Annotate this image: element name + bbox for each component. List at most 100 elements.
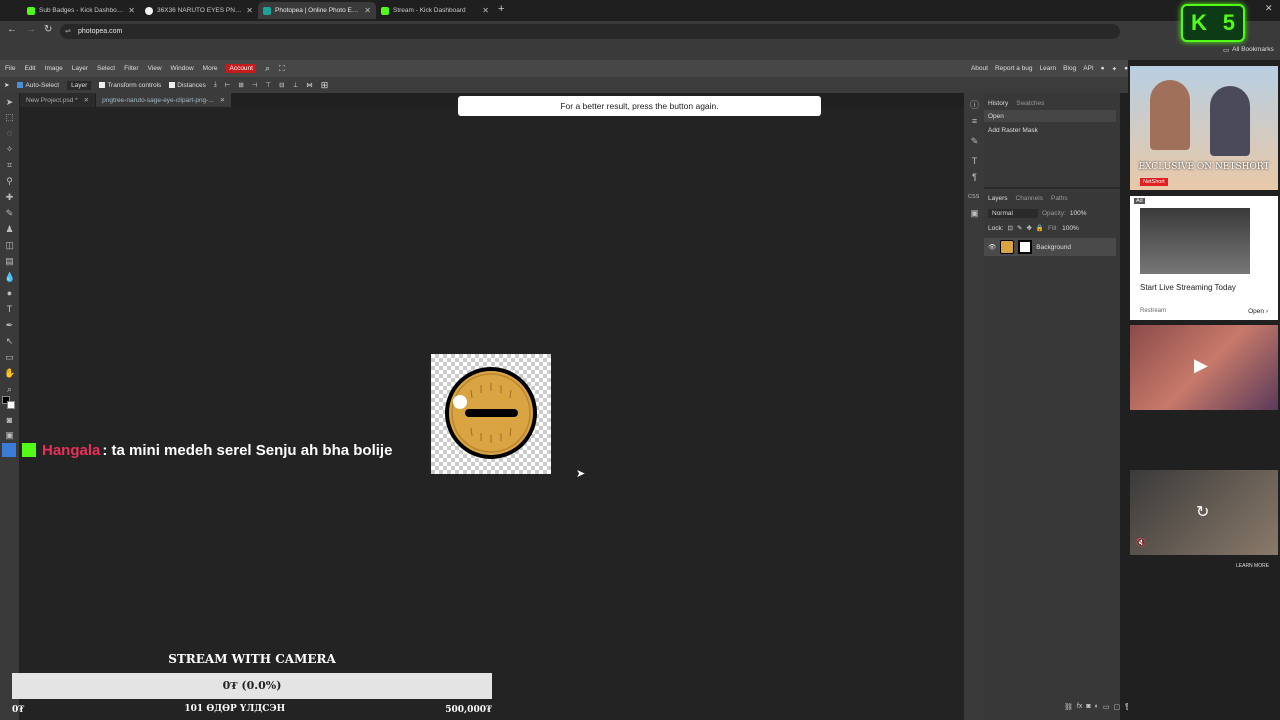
align-center-icon[interactable]: ⊞ (238, 81, 243, 89)
close-icon[interactable]: ✕ (482, 6, 489, 15)
blur-tool-icon[interactable]: 💧 (4, 272, 15, 283)
menu-more[interactable]: More (203, 65, 218, 72)
quick-mask-icon[interactable]: ◙ (4, 415, 15, 426)
gradient-tool-icon[interactable]: ▤ (4, 256, 15, 267)
twitter-icon[interactable]: ✦ (1112, 65, 1117, 73)
hand-tool-icon[interactable]: ✋ (4, 368, 15, 379)
distribute-icon[interactable]: ⋈ (306, 81, 313, 89)
learn-link[interactable]: Learn (1040, 65, 1057, 72)
pen-tool-icon[interactable]: ✒ (4, 320, 15, 331)
folder-icon[interactable]: ▭ (1103, 703, 1110, 711)
background-color-swatch[interactable] (7, 401, 15, 409)
site-info-icon[interactable]: ⇌ (65, 24, 71, 39)
brush-tool-icon[interactable]: ✎ (4, 208, 15, 219)
eraser-tool-icon[interactable]: ◫ (4, 240, 15, 251)
brush-settings-icon[interactable]: ✎ (969, 136, 980, 147)
tab-paths[interactable]: Paths (1051, 195, 1068, 202)
mute-icon[interactable]: 🔇 (1136, 538, 1146, 547)
opacity-field[interactable]: 100% (1070, 210, 1087, 217)
api-link[interactable]: API (1083, 65, 1093, 72)
move-tool-icon[interactable]: ➤ (4, 97, 15, 108)
new-layer-icon[interactable]: ▢ (1113, 703, 1120, 711)
image-panel-icon[interactable]: ▣ (969, 208, 980, 219)
layer-select-dropdown[interactable]: Layer (67, 80, 92, 90)
url-field[interactable]: ⇌ photopea.com (60, 24, 1120, 39)
healing-tool-icon[interactable]: ✚ (4, 192, 15, 203)
paragraph-icon[interactable]: ¶ (969, 172, 980, 183)
lock-transparency-icon[interactable]: ⊡ (1008, 224, 1013, 232)
link-icon[interactable]: ⛓ (1064, 703, 1073, 711)
lasso-tool-icon[interactable]: ◌ (4, 128, 15, 139)
replay-icon[interactable]: ↻ (1196, 502, 1209, 522)
menu-window[interactable]: Window (171, 65, 194, 72)
shape-tool-icon[interactable]: ▭ (4, 352, 15, 363)
adjustments-icon[interactable]: ≡ (969, 116, 980, 127)
align-right-icon[interactable]: ⊣ (252, 81, 258, 89)
menu-file[interactable]: File (5, 65, 15, 72)
history-item-raster-mask[interactable]: Add Raster Mask (988, 127, 1038, 134)
transform-controls-checkbox[interactable]: Transform controls (99, 82, 161, 89)
browser-tab-sub-badges[interactable]: Sub Badges - Kick Dashboard ✕ (22, 2, 140, 19)
menu-filter[interactable]: Filter (124, 65, 138, 72)
doc-tab-naruto-eye[interactable]: pngtree-naruto-sage-eye-clipart-png-... … (96, 93, 232, 107)
adjustment-layer-icon[interactable]: ◐ (1095, 703, 1099, 711)
tab-channels[interactable]: Channels (1016, 195, 1043, 202)
crop-tool-icon[interactable]: ⌗ (4, 160, 15, 171)
zoom-tool-icon[interactable]: ⌕ (4, 384, 15, 395)
download-icon[interactable]: ⤓ (214, 81, 217, 89)
tab-history[interactable]: History (988, 100, 1008, 107)
clone-stamp-tool-icon[interactable]: ♟ (4, 224, 15, 235)
path-select-tool-icon[interactable]: ↖ (4, 336, 15, 347)
window-close-icon[interactable]: ✕ (1265, 3, 1273, 14)
forward-icon[interactable]: → (26, 24, 36, 35)
close-icon[interactable]: ✕ (128, 6, 135, 15)
menu-view[interactable]: View (148, 65, 162, 72)
align-bottom-icon[interactable]: ⊥ (293, 81, 299, 89)
browser-tab-photopea[interactable]: Photopea | Online Photo Editor ✕ (258, 2, 376, 19)
browser-tab-stream[interactable]: Stream - Kick Dashboard ✕ (376, 2, 494, 19)
align-left-icon[interactable]: ⊢ (225, 81, 231, 89)
lock-pixels-icon[interactable]: ✎ (1017, 224, 1022, 232)
report-bug-link[interactable]: Report a bug (995, 65, 1033, 72)
css-panel-button[interactable]: CSS (968, 194, 979, 200)
distances-checkbox[interactable]: Distances (169, 82, 206, 89)
dodge-tool-icon[interactable]: ● (4, 288, 15, 299)
menu-layer[interactable]: Layer (72, 65, 88, 72)
visibility-eye-icon[interactable]: 👁 (988, 243, 996, 251)
mask-icon[interactable]: ◙ (1086, 703, 1090, 711)
marquee-tool-icon[interactable]: ⬚ (4, 112, 15, 123)
auto-select-checkbox[interactable]: Auto-Select (17, 82, 59, 89)
concert-ad-image[interactable]: ▶ (1130, 325, 1278, 410)
arrange-grid-icon[interactable]: ⊞ (321, 80, 329, 91)
menu-select[interactable]: Select (97, 65, 115, 72)
lock-position-icon[interactable]: ✥ (1026, 224, 1031, 232)
all-bookmarks-button[interactable]: ▭ All Bookmarks (1223, 46, 1274, 54)
tab-layers[interactable]: Layers (988, 195, 1008, 202)
character-icon[interactable]: T (969, 156, 980, 167)
ad-open-button[interactable]: Open › (1248, 308, 1268, 315)
play-icon[interactable]: ▶ (1194, 355, 1208, 376)
browser-tab-naruto-eyes[interactable]: 36X36 NARUTO EYES PNG - Go ✕ (140, 2, 258, 19)
document-canvas[interactable] (431, 354, 551, 474)
restream-ad[interactable]: Ad Start Live Streaming Today Restream O… (1130, 196, 1278, 320)
effects-icon[interactable]: fx (1077, 703, 1082, 711)
align-top-icon[interactable]: ⊤ (266, 81, 272, 89)
about-link[interactable]: About (971, 65, 988, 72)
menu-image[interactable]: Image (45, 65, 63, 72)
close-icon[interactable]: ✕ (246, 6, 253, 15)
new-tab-icon[interactable]: + (498, 3, 504, 15)
close-icon[interactable]: ✕ (220, 96, 225, 104)
lock-all-icon[interactable]: 🔒 (1036, 224, 1044, 232)
video-ad-image[interactable]: ↻ 🔇 (1130, 470, 1278, 555)
blend-mode-dropdown[interactable]: Normal (988, 209, 1038, 218)
blog-link[interactable]: Blog (1063, 65, 1076, 72)
fill-field[interactable]: 100% (1062, 225, 1079, 232)
align-middle-icon[interactable]: ⊟ (279, 81, 284, 89)
fullscreen-icon[interactable]: ⛶ (279, 64, 285, 74)
history-item-open[interactable]: Open (988, 113, 1004, 120)
account-button[interactable]: Account (226, 64, 256, 73)
type-tool-icon[interactable]: T (4, 304, 15, 315)
close-icon[interactable]: ✕ (84, 96, 89, 104)
back-icon[interactable]: ← (7, 24, 17, 35)
doc-tab-new-project[interactable]: New Project.psd * ✕ (20, 93, 96, 107)
